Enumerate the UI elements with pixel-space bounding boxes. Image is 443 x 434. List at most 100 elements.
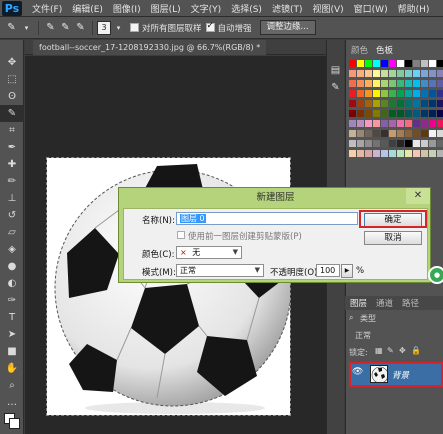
color-swatch[interactable]	[389, 80, 396, 87]
menu-filter[interactable]: 滤镜(T)	[272, 2, 303, 15]
color-swatch[interactable]	[429, 130, 436, 137]
color-swatch[interactable]	[365, 150, 372, 157]
color-swatch[interactable]	[397, 60, 404, 67]
crop-tool-icon[interactable]: ⌗	[0, 122, 24, 139]
color-swatch[interactable]	[397, 100, 404, 107]
mode-select[interactable]: 正常 ▼	[176, 264, 264, 277]
color-swatch[interactable]	[429, 70, 436, 77]
lock-position-icon[interactable]: ✥	[399, 346, 406, 355]
color-swatch[interactable]	[437, 90, 443, 97]
color-swatch[interactable]	[349, 130, 356, 137]
add-to-selection-icon[interactable]: ✎	[58, 20, 73, 35]
color-swatch[interactable]	[389, 60, 396, 67]
color-swatch[interactable]	[389, 100, 396, 107]
color-swatch[interactable]	[349, 120, 356, 127]
close-icon[interactable]: ✕	[406, 188, 430, 204]
healing-brush-tool-icon[interactable]: ✚	[0, 156, 24, 173]
color-swatch[interactable]	[389, 150, 396, 157]
color-swatch[interactable]	[373, 80, 380, 87]
color-swatch[interactable]	[373, 90, 380, 97]
color-swatch[interactable]	[421, 100, 428, 107]
color-swatch[interactable]	[397, 130, 404, 137]
menu-type[interactable]: 文字(Y)	[191, 2, 222, 15]
color-swatch[interactable]	[397, 70, 404, 77]
color-swatch[interactable]	[357, 110, 364, 117]
color-swatch[interactable]	[405, 130, 412, 137]
color-swatch[interactable]	[413, 110, 420, 117]
color-swatch[interactable]	[365, 110, 372, 117]
color-swatch[interactable]	[397, 120, 404, 127]
sample-all-layers-checkbox[interactable]	[130, 23, 139, 32]
color-swatch[interactable]	[381, 110, 388, 117]
color-swatch[interactable]	[437, 130, 443, 137]
subtract-from-selection-icon[interactable]: ✎	[73, 20, 88, 35]
color-swatch[interactable]	[389, 130, 396, 137]
color-swatch[interactable]	[421, 90, 428, 97]
brush-size-field[interactable]: 3	[97, 20, 111, 35]
menu-view[interactable]: 视图(V)	[312, 2, 343, 15]
color-swatch[interactable]	[397, 90, 404, 97]
color-swatch[interactable]	[381, 130, 388, 137]
quick-selection-tool-icon[interactable]: ✎	[0, 105, 24, 122]
layer-name-input[interactable]: 图层 0	[176, 212, 358, 225]
document-tab[interactable]: football--soccer_17-1208192330.jpg @ 66.…	[33, 40, 267, 55]
color-swatch[interactable]	[421, 110, 428, 117]
color-swatch[interactable]	[413, 90, 420, 97]
color-swatch[interactable]	[349, 70, 356, 77]
clone-stamp-tool-icon[interactable]: ⊥	[0, 190, 24, 207]
dodge-tool-icon[interactable]: ◐	[0, 275, 24, 292]
color-select[interactable]: × 无 ▼	[176, 246, 242, 259]
color-swatch[interactable]	[437, 80, 443, 87]
quick-selection-tool-icon[interactable]: ✎	[4, 20, 19, 35]
color-swatch[interactable]	[357, 90, 364, 97]
eraser-tool-icon[interactable]: ▱	[0, 224, 24, 241]
eye-visibility-icon[interactable]: 👁	[352, 367, 364, 379]
color-swatch[interactable]	[397, 80, 404, 87]
tab-color[interactable]: 颜色	[351, 44, 368, 56]
color-swatch[interactable]	[437, 70, 443, 77]
lock-pixels-icon[interactable]: ▦	[375, 346, 383, 355]
color-swatch[interactable]	[349, 150, 356, 157]
color-swatch[interactable]	[349, 90, 356, 97]
color-swatch[interactable]	[357, 70, 364, 77]
lasso-tool-icon[interactable]: ʘ	[0, 88, 24, 105]
color-swatch[interactable]	[373, 70, 380, 77]
lock-paint-icon[interactable]: ✎	[387, 346, 394, 355]
color-swatch[interactable]	[349, 100, 356, 107]
color-swatch[interactable]	[357, 120, 364, 127]
color-swatch[interactable]	[429, 140, 436, 147]
color-swatch[interactable]	[429, 120, 436, 127]
color-swatch[interactable]	[381, 80, 388, 87]
color-swatch[interactable]	[421, 140, 428, 147]
color-swatch[interactable]	[365, 80, 372, 87]
color-swatch[interactable]	[405, 70, 412, 77]
blur-tool-icon[interactable]: ●	[0, 258, 24, 275]
color-swatch[interactable]	[357, 140, 364, 147]
color-swatch[interactable]	[365, 130, 372, 137]
history-brush-tool-icon[interactable]: ↺	[0, 207, 24, 224]
color-swatch[interactable]	[437, 120, 443, 127]
blend-mode-select[interactable]: 正常	[355, 330, 371, 341]
color-swatch[interactable]	[405, 140, 412, 147]
pen-tool-icon[interactable]: ✑	[0, 292, 24, 309]
color-swatch[interactable]	[405, 150, 412, 157]
color-swatch[interactable]	[437, 140, 443, 147]
color-swatch[interactable]	[413, 120, 420, 127]
menu-window[interactable]: 窗口(W)	[354, 2, 388, 15]
color-swatch[interactable]	[413, 130, 420, 137]
color-swatch[interactable]	[389, 90, 396, 97]
color-swatch[interactable]	[373, 150, 380, 157]
brush-tool-icon[interactable]: ✏	[0, 173, 24, 190]
color-swatch[interactable]	[373, 120, 380, 127]
color-swatch[interactable]	[357, 130, 364, 137]
zoom-tool-icon[interactable]: ⌕	[0, 377, 24, 394]
color-swatch[interactable]	[357, 60, 364, 67]
color-swatch[interactable]	[365, 100, 372, 107]
menu-image[interactable]: 图像(I)	[113, 2, 141, 15]
color-swatch[interactable]	[397, 140, 404, 147]
color-swatch[interactable]	[397, 150, 404, 157]
paint-bucket-tool-icon[interactable]: ◈	[0, 241, 24, 258]
color-swatch[interactable]	[437, 60, 443, 67]
swatches-grid[interactable]	[349, 60, 443, 172]
opacity-slider-button[interactable]: ▶	[341, 264, 353, 278]
